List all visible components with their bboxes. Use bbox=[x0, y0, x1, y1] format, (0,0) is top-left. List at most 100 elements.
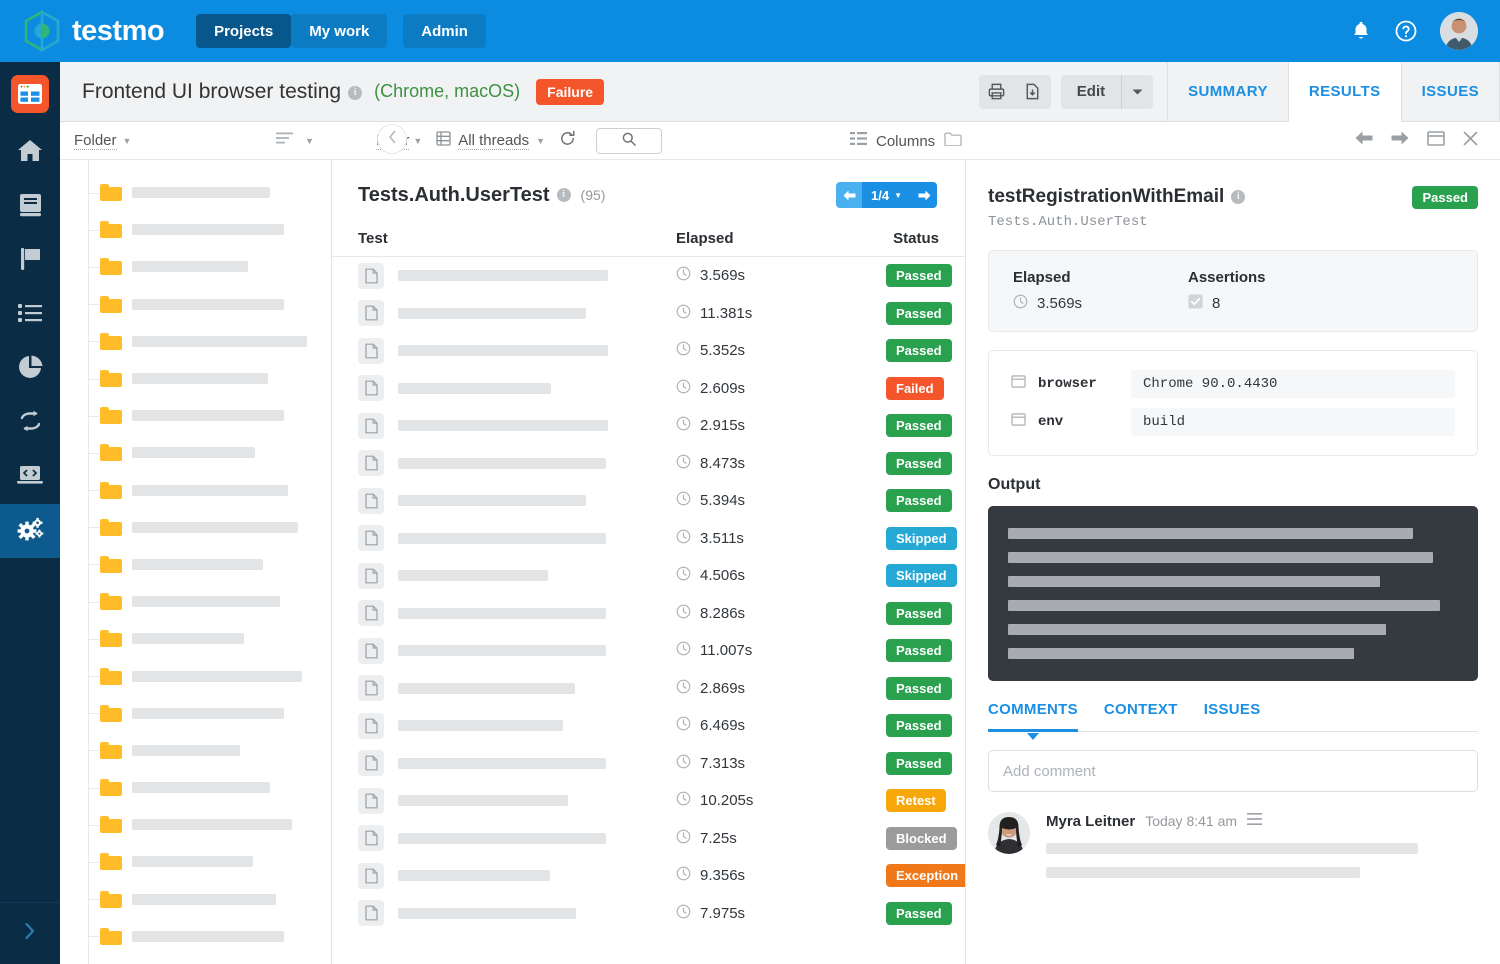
nav-admin[interactable]: Admin bbox=[403, 14, 486, 48]
tree-folder-item[interactable] bbox=[84, 323, 331, 360]
window-icon[interactable] bbox=[1427, 131, 1445, 151]
tree-folder-item[interactable] bbox=[84, 434, 331, 471]
file-download-icon[interactable] bbox=[1015, 75, 1051, 109]
tree-folder-item[interactable] bbox=[84, 769, 331, 806]
table-row[interactable]: 2.869sPassed bbox=[332, 670, 965, 708]
table-row[interactable]: 5.394sPassed bbox=[332, 482, 965, 520]
table-row[interactable]: 9.356sException bbox=[332, 857, 965, 895]
table-row[interactable]: 2.609sFailed bbox=[332, 370, 965, 408]
chevron-down-icon[interactable] bbox=[1121, 75, 1153, 109]
table-row[interactable]: 3.569sPassed bbox=[332, 257, 965, 295]
info-icon[interactable]: i bbox=[348, 86, 362, 100]
folder-outline-icon[interactable] bbox=[944, 132, 962, 151]
tree-folder-label bbox=[132, 299, 284, 310]
sidebar-item-home[interactable] bbox=[0, 126, 60, 180]
tab-context[interactable]: CONTEXT bbox=[1104, 701, 1178, 731]
tab-results[interactable]: RESULTS bbox=[1288, 62, 1401, 122]
table-row[interactable]: 4.506sSkipped bbox=[332, 557, 965, 595]
tree-folder-item[interactable] bbox=[84, 546, 331, 583]
tree-folder-item[interactable] bbox=[84, 806, 331, 843]
brand[interactable]: testmo bbox=[22, 10, 164, 52]
tree-folder-item[interactable] bbox=[84, 397, 331, 434]
pager-prev-button[interactable] bbox=[836, 182, 862, 208]
tree-folder-item[interactable] bbox=[84, 918, 331, 955]
field-icon bbox=[1011, 413, 1026, 431]
tree-folder-item[interactable] bbox=[84, 472, 331, 509]
table-row[interactable]: 11.381sPassed bbox=[332, 295, 965, 333]
search-input[interactable] bbox=[596, 128, 662, 154]
pager-page-dropdown[interactable]: 1/4 ▼ bbox=[862, 182, 911, 208]
columns-icon[interactable] bbox=[850, 132, 867, 150]
chevron-down-icon[interactable]: ▼ bbox=[413, 136, 422, 146]
arrow-right-icon[interactable] bbox=[1391, 131, 1409, 150]
test-elapsed: 9.356s bbox=[676, 866, 886, 885]
panel-collapse-button[interactable] bbox=[377, 124, 407, 154]
table-row[interactable]: 8.286sPassed bbox=[332, 595, 965, 633]
table-row[interactable]: 11.007sPassed bbox=[332, 632, 965, 670]
tab-issues[interactable]: ISSUES bbox=[1401, 62, 1500, 122]
tree-folder-item[interactable] bbox=[84, 248, 331, 285]
pager-next-button[interactable] bbox=[911, 182, 937, 208]
tree-folder-item[interactable] bbox=[84, 286, 331, 323]
tree-folder-item[interactable] bbox=[84, 657, 331, 694]
table-row[interactable]: 2.915sPassed bbox=[332, 407, 965, 445]
sidebar-expand-button[interactable] bbox=[0, 902, 60, 964]
sidebar-item-milestones[interactable] bbox=[0, 234, 60, 288]
folder-tree-panel[interactable] bbox=[60, 160, 332, 964]
chevron-down-icon: ▼ bbox=[894, 191, 902, 200]
table-row[interactable]: 6.469sPassed bbox=[332, 707, 965, 745]
table-row[interactable]: 7.313sPassed bbox=[332, 745, 965, 783]
tree-folder-item[interactable] bbox=[84, 509, 331, 546]
table-row[interactable]: 5.352sPassed bbox=[332, 332, 965, 370]
folder-dropdown[interactable]: Folder bbox=[74, 132, 117, 150]
bell-icon[interactable] bbox=[1350, 20, 1372, 42]
sidebar-item-settings[interactable] bbox=[0, 504, 60, 558]
tree-folder-item[interactable] bbox=[84, 695, 331, 732]
tree-folder-item[interactable] bbox=[84, 620, 331, 657]
tree-folder-item[interactable] bbox=[84, 174, 331, 211]
printer-icon[interactable] bbox=[979, 75, 1015, 109]
table-row[interactable]: 7.975sPassed bbox=[332, 895, 965, 933]
sidebar-item-runs[interactable] bbox=[0, 288, 60, 342]
table-row[interactable]: 7.25sBlocked bbox=[332, 820, 965, 858]
column-elapsed: Elapsed bbox=[676, 230, 886, 247]
results-header: Tests.Auth.UserTest i (95) 1/4 ▼ bbox=[332, 160, 965, 208]
tab-comments[interactable]: COMMENTS bbox=[988, 701, 1078, 731]
table-row[interactable]: 10.205sRetest bbox=[332, 782, 965, 820]
sidebar-item-repositories[interactable] bbox=[0, 180, 60, 234]
tab-summary[interactable]: SUMMARY bbox=[1167, 62, 1288, 122]
sidebar-item-project[interactable] bbox=[0, 62, 60, 126]
columns-label[interactable]: Columns bbox=[876, 133, 935, 150]
help-icon[interactable] bbox=[1394, 19, 1418, 43]
tree-folder-item[interactable] bbox=[84, 360, 331, 397]
nav-my-work[interactable]: My work bbox=[291, 14, 387, 48]
document-icon bbox=[358, 863, 384, 889]
sidebar-item-reports[interactable] bbox=[0, 342, 60, 396]
tree-folder-item[interactable] bbox=[84, 955, 331, 964]
sidebar-item-automation[interactable] bbox=[0, 450, 60, 504]
tree-folder-item[interactable] bbox=[84, 843, 331, 880]
info-icon[interactable]: i bbox=[1231, 190, 1245, 204]
refresh-icon[interactable] bbox=[559, 130, 576, 152]
test-status: Passed bbox=[886, 752, 952, 775]
tree-folder-item[interactable] bbox=[84, 211, 331, 248]
chevron-down-icon[interactable]: ▼ bbox=[305, 136, 314, 146]
nav-projects[interactable]: Projects bbox=[196, 14, 291, 48]
threads-dropdown[interactable]: All threads ▼ bbox=[436, 131, 545, 151]
menu-icon[interactable] bbox=[1247, 812, 1262, 830]
arrow-left-icon[interactable] bbox=[1355, 131, 1373, 150]
user-avatar[interactable] bbox=[1440, 12, 1478, 50]
chevron-down-icon[interactable]: ▼ bbox=[123, 136, 132, 146]
tree-folder-item[interactable] bbox=[84, 732, 331, 769]
add-comment-input[interactable]: Add comment bbox=[988, 750, 1478, 792]
edit-button[interactable]: Edit bbox=[1061, 75, 1153, 109]
info-icon[interactable]: i bbox=[557, 188, 571, 202]
table-row[interactable]: 3.511sSkipped bbox=[332, 520, 965, 558]
tab-issues[interactable]: ISSUES bbox=[1204, 701, 1261, 731]
sort-lines-icon[interactable] bbox=[276, 132, 293, 151]
tree-folder-item[interactable] bbox=[84, 881, 331, 918]
close-icon[interactable] bbox=[1463, 131, 1478, 151]
table-row[interactable]: 8.473sPassed bbox=[332, 445, 965, 483]
sidebar-item-sessions[interactable] bbox=[0, 396, 60, 450]
tree-folder-item[interactable] bbox=[84, 583, 331, 620]
